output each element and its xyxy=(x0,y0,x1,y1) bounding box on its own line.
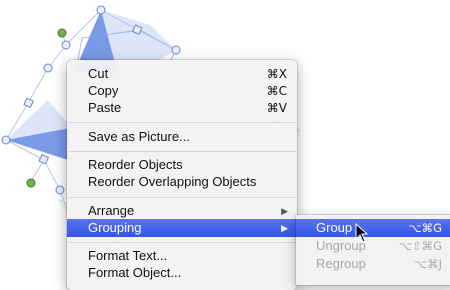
menu-separator xyxy=(68,151,296,152)
menu-item-label: Format Object... xyxy=(88,265,182,280)
submenu-item-ungroup: Ungroup ⌥⇧⌘G xyxy=(296,237,450,255)
menu-item-arrange[interactable]: Arrange ▶ xyxy=(67,202,297,220)
shortcut-text: ⌥⌘G xyxy=(408,221,442,235)
menu-item-label: Arrange xyxy=(88,203,135,218)
submenu-item-regroup: Regroup ⌥⌘J xyxy=(296,255,450,273)
menu-item-format-object[interactable]: Format Object... xyxy=(67,264,297,282)
shortcut-text: ⌥⇧⌘G xyxy=(398,239,442,253)
submenu-item-label: Regroup xyxy=(316,256,366,271)
shortcut-text: ⌥⌘J xyxy=(413,257,442,271)
shortcut-text: ⌘C xyxy=(266,84,287,98)
menu-item-grouping[interactable]: Grouping ▶ xyxy=(67,219,297,237)
menu-separator xyxy=(68,197,296,198)
menu-separator xyxy=(68,242,296,243)
menu-item-label: Reorder Overlapping Objects xyxy=(88,174,257,189)
context-menu: Cut ⌘X Copy ⌘C Paste ⌘V Save as Picture.… xyxy=(67,60,297,290)
menu-item-save-as-picture[interactable]: Save as Picture... xyxy=(67,128,297,146)
menu-item-label: Cut xyxy=(88,66,109,81)
menu-item-label: Grouping xyxy=(88,220,142,235)
shortcut-text: ⌘X xyxy=(266,67,287,81)
menu-item-reorder-overlapping-objects[interactable]: Reorder Overlapping Objects xyxy=(67,173,297,191)
menu-item-label: Format Text... xyxy=(88,248,168,263)
menu-item-cut[interactable]: Cut ⌘X xyxy=(67,65,297,83)
triangle-right-icon: ▶ xyxy=(281,206,288,216)
menu-item-copy[interactable]: Copy ⌘C xyxy=(67,82,297,100)
menu-item-label: Reorder Objects xyxy=(88,157,183,172)
menu-item-label: Save as Picture... xyxy=(88,129,190,144)
menu-item-label: Paste xyxy=(88,100,122,115)
menu-item-format-text[interactable]: Format Text... xyxy=(67,247,297,265)
shortcut-text: ⌘V xyxy=(266,101,287,115)
submenu-item-label: Group xyxy=(316,220,353,235)
menu-item-label: Copy xyxy=(88,83,119,98)
arrow-pointer-icon xyxy=(355,223,369,243)
menu-separator xyxy=(68,122,296,123)
submenu-item-group[interactable]: Group ⌥⌘G xyxy=(296,219,450,237)
triangle-right-icon: ▶ xyxy=(281,223,288,233)
grouping-submenu: Group ⌥⌘G Ungroup ⌥⇧⌘G Regroup ⌥⌘J xyxy=(296,215,450,285)
menu-item-paste[interactable]: Paste ⌘V xyxy=(67,99,297,117)
selected-shape-triangle-left[interactable] xyxy=(6,100,72,160)
menu-item-reorder-objects[interactable]: Reorder Objects xyxy=(67,156,297,174)
